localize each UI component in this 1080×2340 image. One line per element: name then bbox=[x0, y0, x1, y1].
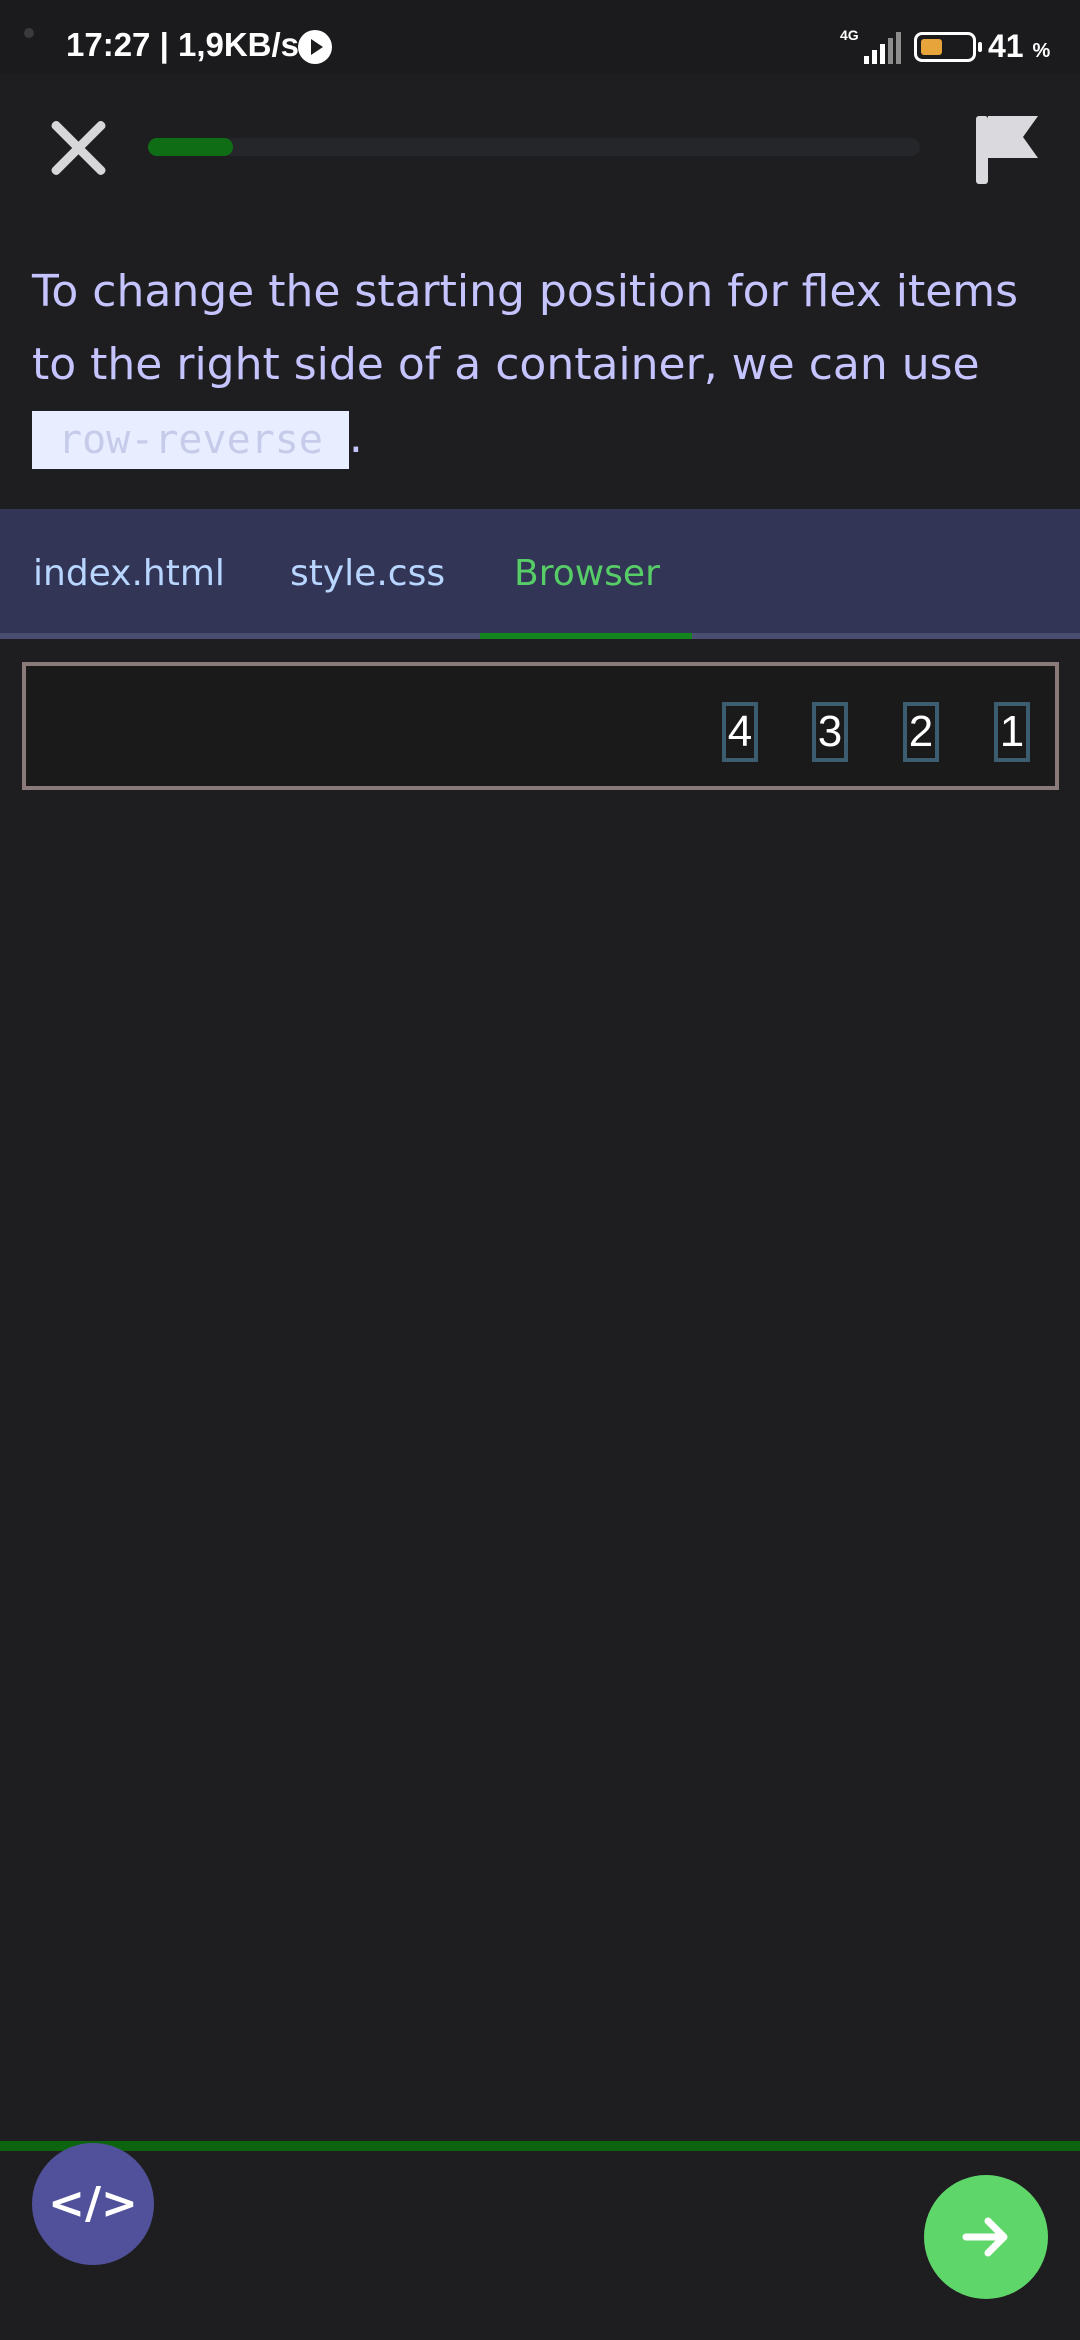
browser-preview-container: 4 3 2 1 bbox=[22, 662, 1059, 790]
bottom-divider bbox=[0, 2141, 1080, 2151]
flex-item: 2 bbox=[903, 702, 939, 762]
signal-icon bbox=[862, 30, 902, 64]
tab-index-html[interactable]: index.html bbox=[33, 509, 225, 639]
instruction-text: To change the starting position for flex… bbox=[32, 266, 1019, 390]
flag-icon[interactable] bbox=[970, 112, 1040, 186]
play-icon bbox=[298, 30, 332, 64]
tab-style-css[interactable]: style.css bbox=[290, 509, 445, 639]
notification-dot bbox=[24, 28, 34, 38]
instruction-punctuation: . bbox=[348, 412, 363, 463]
arrow-right-icon bbox=[962, 2217, 1008, 2257]
network-type: 4G bbox=[840, 27, 859, 43]
lesson-progress-bar bbox=[148, 138, 920, 156]
bottom-bar bbox=[0, 2151, 1080, 2340]
code-icon: </> bbox=[48, 2178, 138, 2229]
lesson-progress-fill bbox=[148, 138, 233, 156]
code-editor-button[interactable]: </> bbox=[32, 2143, 154, 2265]
tab-browser[interactable]: Browser bbox=[514, 509, 660, 639]
flex-item: 3 bbox=[812, 702, 848, 762]
editor-tabs: index.html style.css Browser bbox=[0, 509, 1080, 639]
flex-item: 4 bbox=[722, 702, 758, 762]
code-term: row-reverse bbox=[32, 411, 349, 469]
battery-percent: 41 % bbox=[988, 28, 1051, 64]
flex-item: 1 bbox=[994, 702, 1030, 762]
lesson-instruction: To change the starting position for flex… bbox=[32, 255, 1052, 474]
status-bar: 17:27 | 1,9KB/s 4G 41 % bbox=[0, 0, 1080, 74]
active-tab-indicator bbox=[480, 633, 692, 639]
battery-icon bbox=[914, 32, 982, 62]
next-button[interactable] bbox=[924, 2175, 1048, 2299]
close-icon[interactable] bbox=[40, 110, 116, 186]
status-time-speed: 17:27 | 1,9KB/s bbox=[66, 26, 300, 63]
